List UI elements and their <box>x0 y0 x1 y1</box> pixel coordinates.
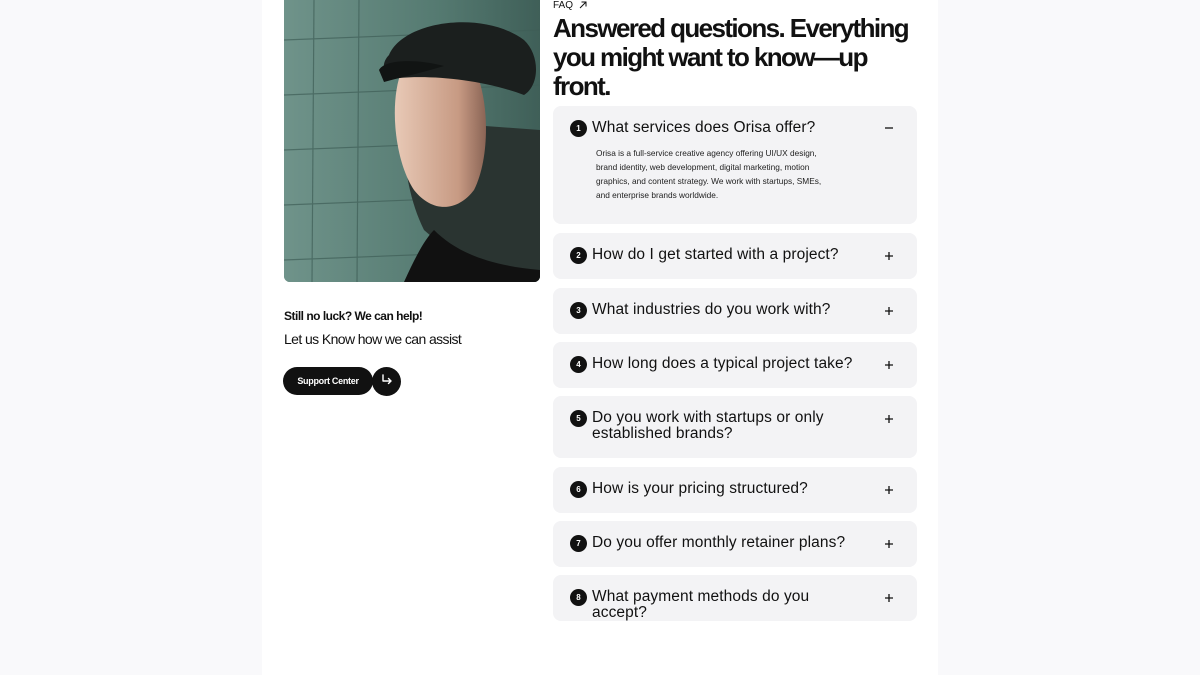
faq-item-7[interactable]: 7 Do you offer monthly retainer plans? <box>553 521 917 567</box>
faq-item-2[interactable]: 2 How do I get started with a project? <box>553 233 917 279</box>
faq-question[interactable]: What services does Orisa offer? <box>592 120 862 136</box>
faq-answer: Orisa is a full-service creative agency … <box>596 148 822 200</box>
plus-icon[interactable] <box>883 484 895 496</box>
faq-eyebrow-link[interactable]: FAQ <box>553 0 587 11</box>
faq-number: 6 <box>570 481 587 498</box>
faq-number: 3 <box>570 302 587 319</box>
plus-icon[interactable] <box>883 305 895 317</box>
faq-question[interactable]: How is your pricing structured? <box>592 481 862 497</box>
plus-icon[interactable] <box>883 592 895 604</box>
plus-icon[interactable] <box>883 359 895 371</box>
return-arrow-icon <box>381 373 393 391</box>
faq-question[interactable]: How do I get started with a project? <box>592 247 862 263</box>
support-center-button[interactable]: Support Center <box>283 367 373 395</box>
faq-number: 7 <box>570 535 587 552</box>
faq-question[interactable]: What payment methods do you accept? <box>592 589 862 621</box>
hero-photo <box>284 0 540 282</box>
faq-item-3[interactable]: 3 What industries do you work with? <box>553 288 917 334</box>
faq-number: 8 <box>570 589 587 606</box>
plus-icon[interactable] <box>883 538 895 550</box>
faq-number: 4 <box>570 356 587 373</box>
faq-number: 2 <box>570 247 587 264</box>
faq-item-8[interactable]: 8 What payment methods do you accept? <box>553 575 917 621</box>
faq-item-5[interactable]: 5 Do you work with startups or only esta… <box>553 396 917 458</box>
arrow-up-right-icon <box>579 1 587 11</box>
support-center-arrow-button[interactable] <box>372 367 401 396</box>
plus-icon[interactable] <box>883 250 895 262</box>
faq-item-6[interactable]: 6 How is your pricing structured? <box>553 467 917 513</box>
faq-item-4[interactable]: 4 How long does a typical project take? <box>553 342 917 388</box>
minus-icon[interactable] <box>883 122 895 134</box>
plus-icon[interactable] <box>883 413 895 425</box>
help-title: Still no luck? We can help! <box>284 309 423 323</box>
faq-question[interactable]: What industries do you work with? <box>592 302 862 318</box>
help-subtitle: Let us Know how we can assist <box>284 331 462 347</box>
faq-question[interactable]: Do you offer monthly retainer plans? <box>592 535 862 551</box>
faq-question[interactable]: Do you work with startups or only establ… <box>592 410 842 442</box>
faq-headline: Answered questions. Everything you might… <box>553 13 910 101</box>
faq-number: 5 <box>570 410 587 427</box>
faq-eyebrow-label: FAQ <box>553 0 574 11</box>
faq-question[interactable]: How long does a typical project take? <box>592 356 862 372</box>
faq-number: 1 <box>570 120 587 137</box>
faq-item-1[interactable]: 1 What services does Orisa offer? Orisa … <box>553 106 917 224</box>
